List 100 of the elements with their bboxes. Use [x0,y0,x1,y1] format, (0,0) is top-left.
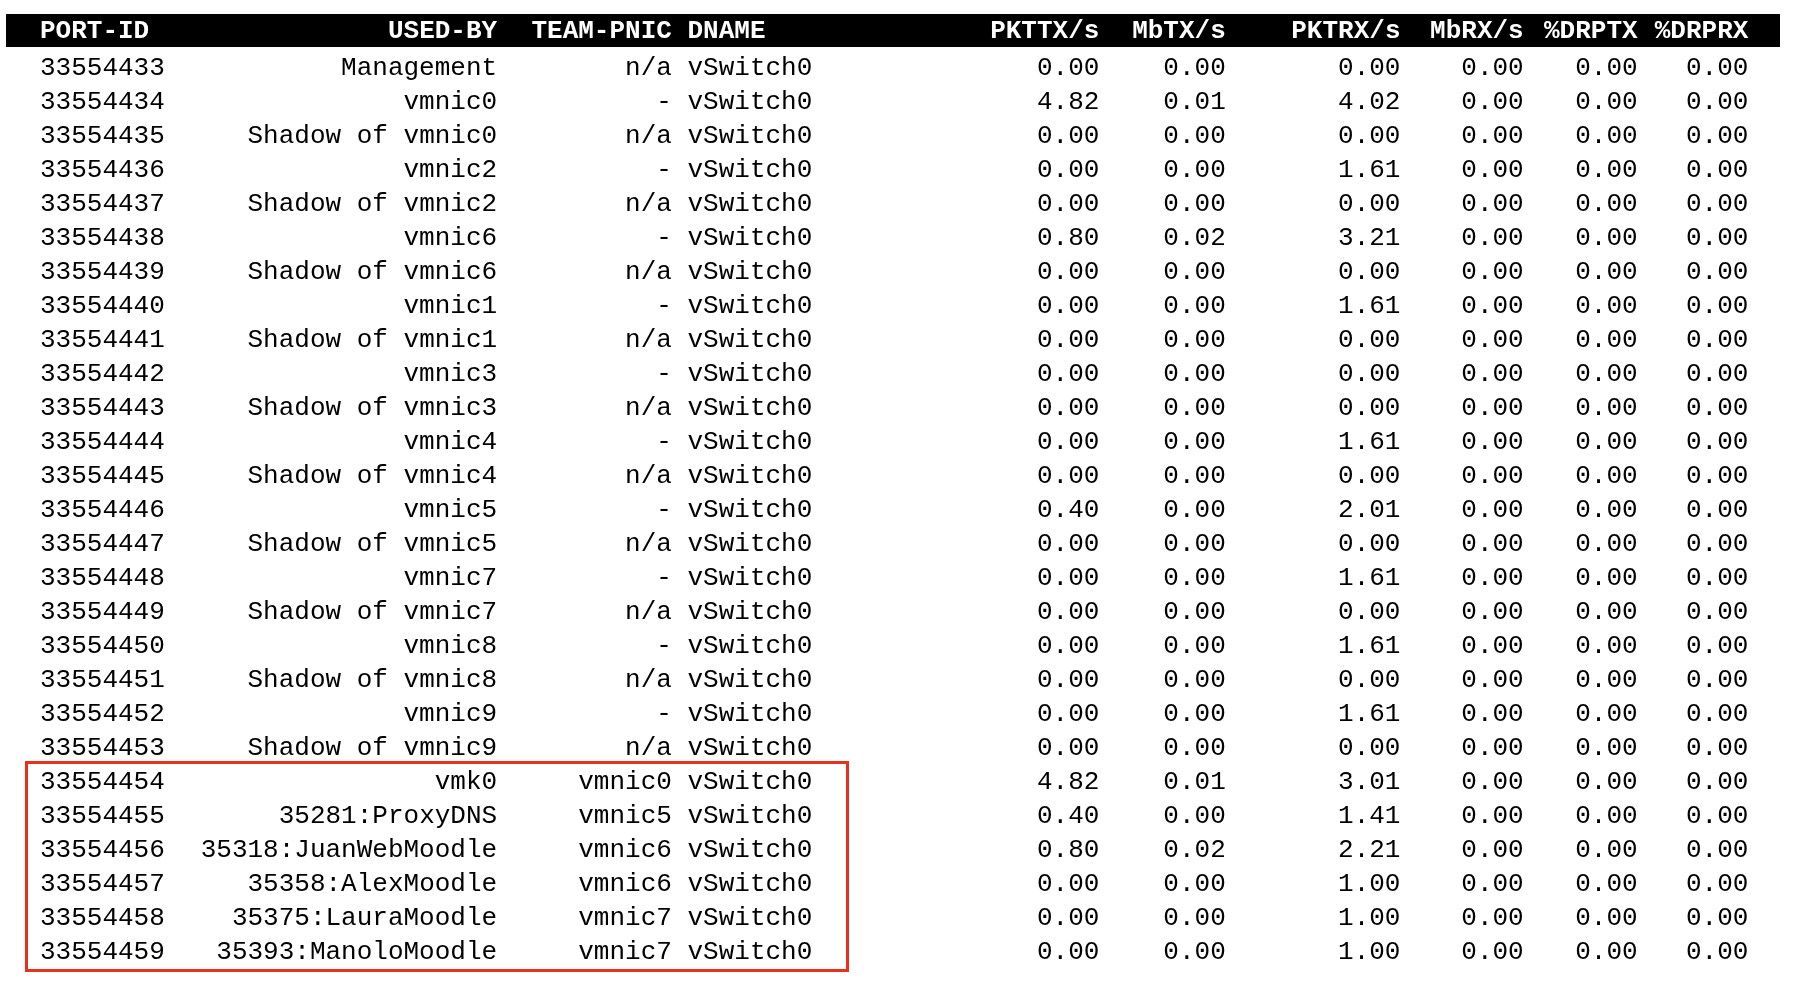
table-cell: 1.61 [1338,291,1401,321]
table-cell: 0.00 [1036,733,1100,763]
table-cell: vmnic3 [403,359,498,389]
table-cell: 0.00 [1461,631,1524,661]
table-cell: 0.00 [1685,767,1749,797]
table-cell: n/a [625,393,672,423]
table-cell: 35281:ProxyDNS [278,801,498,831]
table-cell: 1.61 [1338,563,1401,593]
table-cell: 1.61 [1338,155,1401,185]
table-cell: 0.00 [1163,359,1226,389]
table-cell: 0.00 [1575,801,1638,831]
table-cell: vSwitch0 [687,597,813,627]
table-cell: 33554435 [40,121,165,151]
table-cell: - [656,631,672,661]
table-cell: 0.00 [1036,869,1100,899]
table-cell: 0.00 [1163,53,1226,83]
table-cell: 0.00 [1338,461,1401,491]
table-cell: vSwitch0 [687,155,813,185]
table-cell: 0.00 [1575,665,1638,695]
table-cell: 0.00 [1163,121,1226,151]
table-cell: 0.00 [1461,869,1524,899]
table-cell: vSwitch0 [687,869,813,899]
table-cell: 33554447 [40,529,165,559]
table-cell: 0.00 [1036,665,1100,695]
table-cell: 0.00 [1685,665,1749,695]
table-cell: 0.00 [1575,359,1638,389]
table-cell: 0.00 [1685,461,1749,491]
table-cell: vSwitch0 [687,121,813,151]
table-cell: 0.00 [1685,393,1749,423]
table-cell: 0.00 [1575,529,1638,559]
table-cell: 0.00 [1338,359,1401,389]
table-cell: 0.00 [1036,699,1100,729]
table-cell: 1.41 [1338,801,1401,831]
table-cell: 0.00 [1575,121,1638,151]
table-cell: 0.00 [1575,325,1638,355]
table-cell: 33554442 [40,359,165,389]
table-cell: vmnic7 [578,937,672,967]
table-cell: vSwitch0 [687,801,813,831]
table-cell: vSwitch0 [687,495,813,525]
table-cell: n/a [625,257,672,287]
table-cell: 33554455 [40,801,165,831]
table-cell: 0.80 [1036,223,1100,253]
table-cell: vSwitch0 [687,835,813,865]
table-cell: 33554437 [40,189,165,219]
table-cell: 33554434 [40,87,165,117]
table-cell: 0.00 [1575,563,1638,593]
table-cell: 0.00 [1461,189,1524,219]
column-header: PKTRX/s [1291,15,1401,46]
table-cell: vmnic7 [578,903,672,933]
table-cell: 0.00 [1685,631,1749,661]
table-cell: 0.00 [1461,495,1524,525]
table-cell: 33554457 [40,869,165,899]
table-cell: 33554448 [40,563,165,593]
table-cell: vmnic8 [403,631,498,661]
table-cell: 0.00 [1338,529,1401,559]
table-cell: 0.00 [1461,733,1524,763]
table-cell: 0.00 [1575,461,1638,491]
table-cell: vmnic6 [578,835,672,865]
table-cell: Shadow of vmnic2 [247,189,498,219]
table-cell: vmnic5 [403,495,498,525]
table-cell: 0.00 [1338,53,1401,83]
table-cell: 0.00 [1036,257,1100,287]
table-cell: 0.80 [1036,835,1100,865]
table-cell: vSwitch0 [687,393,813,423]
table-cell: 0.00 [1685,121,1749,151]
table-cell: 33554433 [40,53,165,83]
table-cell: Shadow of vmnic1 [247,325,498,355]
table-cell: 0.00 [1163,257,1226,287]
table-cell: 0.00 [1461,461,1524,491]
column-header: DNAME [687,15,766,46]
table-cell: 33554445 [40,461,165,491]
table-cell: 4.02 [1338,87,1401,117]
table-cell: Shadow of vmnic4 [247,461,498,491]
table-cell: 0.00 [1461,665,1524,695]
table-cell: 0.00 [1338,733,1401,763]
column-header: PKTTX/s [990,15,1100,46]
table-cell: 0.00 [1685,359,1749,389]
table-cell: 35375:LauraMoodle [231,903,498,933]
table-cell: 33554451 [40,665,165,695]
table-cell: 0.00 [1575,631,1638,661]
table-cell: 33554446 [40,495,165,525]
table-cell: 33554450 [40,631,165,661]
table-cell: 0.00 [1338,325,1401,355]
table-cell: 0.00 [1163,597,1226,627]
table-cell: 0.00 [1461,359,1524,389]
table-cell: 33554456 [40,835,165,865]
table-cell: 0.00 [1036,121,1100,151]
table-cell: vSwitch0 [687,87,813,117]
table-cell: 0.00 [1461,291,1524,321]
table-cell: 0.00 [1036,937,1100,967]
table-cell: vSwitch0 [687,665,813,695]
table-cell: - [656,359,672,389]
table-cell: 0.01 [1163,87,1226,117]
table-cell: 33554436 [40,155,165,185]
table-cell: 0.00 [1575,291,1638,321]
table-cell: 0.40 [1036,495,1100,525]
table-cell: 0.00 [1461,699,1524,729]
table-cell: 0.00 [1685,699,1749,729]
table-cell: 0.00 [1575,189,1638,219]
table-cell: vSwitch0 [687,631,813,661]
